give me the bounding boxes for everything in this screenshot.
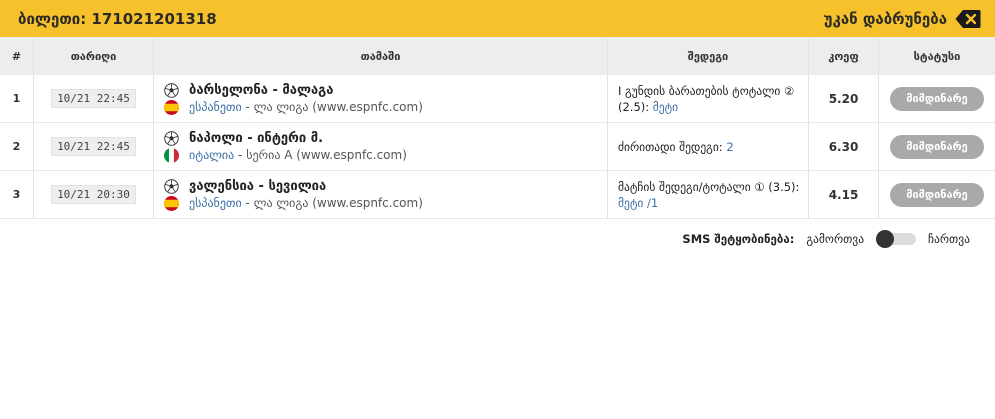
result-cell: I გუნდის ბარათების ტოტალი ② (2.5): მეტი	[608, 75, 809, 122]
league-info: ესპანეთი - ლა ლიგა (www.espnfc.com)	[189, 100, 423, 114]
header-bar: ბილეთი: 171021201318 უკან დაბრუნება	[0, 0, 995, 37]
game-title: ბარსელონა - მალაგა	[189, 82, 334, 98]
league-name: - ლა ლიგა (www.espnfc.com)	[241, 100, 423, 114]
spain-flag-icon	[164, 99, 179, 115]
status-cell: მიმდინარე	[879, 75, 995, 122]
table-row: 2 10/21 22:45 ნაპოლი - ინტერი მ. იტალია …	[0, 123, 995, 171]
backspace-icon	[955, 9, 981, 28]
bet-type: I გუნდის ბარათების ტოტალი ② (2.5):	[618, 83, 795, 114]
date-badge: 10/21 22:45	[51, 89, 136, 108]
sms-toggle[interactable]	[876, 230, 917, 248]
bet-type: მატჩის შედეგი/ტოტალი ① (3.5):	[618, 179, 800, 194]
date-badge: 10/21 20:30	[51, 185, 136, 204]
row-number: 2	[0, 123, 34, 170]
date-cell: 10/21 20:30	[34, 171, 154, 218]
bet-value: მეტი /1	[618, 195, 659, 210]
game-title: ნაპოლი - ინტერი მ.	[189, 130, 324, 146]
row-number: 1	[0, 75, 34, 122]
status-badge: მიმდინარე	[890, 182, 984, 207]
status-badge: მიმდინარე	[890, 134, 984, 159]
row-number: 3	[0, 171, 34, 218]
country-name: ესპანეთი	[189, 196, 242, 210]
game-cell: ბარსელონა - მალაგა ესპანეთი - ლა ლიგა (w…	[154, 75, 608, 122]
column-header-result: შედეგი	[608, 37, 809, 75]
result-cell: მატჩის შედეგი/ტოტალი ① (3.5): მეტი /1	[608, 171, 809, 218]
sms-off-label[interactable]: გამორთვა	[806, 232, 864, 246]
sms-on-label[interactable]: ჩართვა	[928, 232, 970, 246]
table-row: 1 10/21 22:45 ბარსელონა - მალაგა ესპანეთ…	[0, 75, 995, 123]
odds-value: 4.15	[809, 171, 879, 218]
back-label: უკან დაბრუნება	[823, 9, 947, 28]
italy-flag-icon	[164, 147, 179, 163]
game-cell: ვალენსია - სევილია ესპანეთი - ლა ლიგა (w…	[154, 171, 608, 218]
odds-value: 6.30	[809, 123, 879, 170]
back-button[interactable]: უკან დაბრუნება	[824, 9, 981, 29]
result-cell: ძირითადი შედეგი: 2	[608, 123, 809, 170]
game-title: ვალენსია - სევილია	[189, 178, 327, 194]
column-header-game: თამაში	[154, 37, 608, 75]
soccer-ball-icon	[164, 130, 179, 146]
table-header-row: # თარიღი თამაში შედეგი კოეფ სტატუსი	[0, 37, 995, 75]
date-badge: 10/21 22:45	[51, 137, 136, 156]
league-info: იტალია - სერია A (www.espnfc.com)	[189, 148, 407, 162]
status-badge: მიმდინარე	[890, 86, 984, 111]
sms-notification-control: SMS შეტყობინება: გამორთვა ჩართვა	[682, 230, 970, 248]
country-name: ესპანეთი	[189, 100, 242, 114]
status-cell: მიმდინარე	[879, 123, 995, 170]
country-name: იტალია	[189, 148, 235, 162]
date-cell: 10/21 22:45	[34, 123, 154, 170]
bet-type: ძირითადი შედეგი:	[618, 139, 727, 154]
date-cell: 10/21 22:45	[34, 75, 154, 122]
column-header-coef: კოეფ	[809, 37, 879, 75]
sms-label: SMS შეტყობინება:	[682, 232, 795, 246]
game-cell: ნაპოლი - ინტერი მ. იტალია - სერია A (www…	[154, 123, 608, 170]
column-header-num: #	[0, 37, 34, 75]
column-header-status: სტატუსი	[913, 49, 961, 63]
column-header-date: თარიღი	[34, 37, 154, 75]
status-cell: მიმდინარე	[879, 171, 995, 218]
bets-table: # თარიღი თამაში შედეგი კოეფ სტატუსი 1 10…	[0, 37, 995, 219]
odds-value: 5.20	[809, 75, 879, 122]
league-info: ესპანეთი - ლა ლიგა (www.espnfc.com)	[189, 196, 423, 210]
ticket-number: ბილეთი: 171021201318	[18, 9, 217, 28]
soccer-ball-icon	[164, 178, 179, 194]
league-name: - სერია A (www.espnfc.com)	[234, 148, 407, 162]
table-row: 3 10/21 20:30 ვალენსია - სევილია ესპანეთ…	[0, 171, 995, 219]
bet-value: 2	[726, 139, 734, 154]
soccer-ball-icon	[164, 82, 179, 98]
spain-flag-icon	[164, 195, 179, 211]
toggle-knob	[876, 230, 895, 248]
league-name: - ლა ლიგა (www.espnfc.com)	[241, 196, 423, 210]
bet-value: მეტი	[652, 99, 679, 114]
